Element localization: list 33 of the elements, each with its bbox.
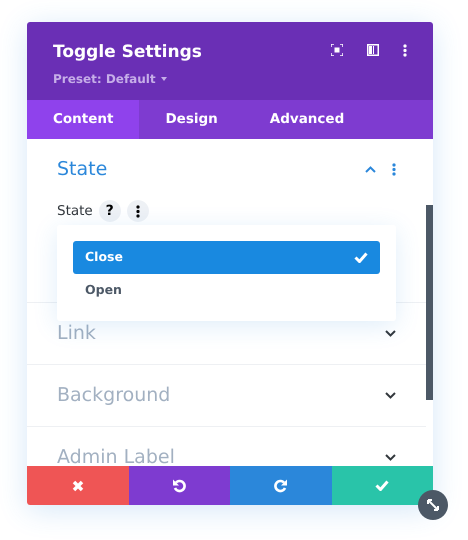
section-title[interactable]: Admin Label bbox=[57, 443, 175, 466]
chevron-down-icon[interactable] bbox=[385, 330, 396, 337]
scrollbar[interactable] bbox=[426, 205, 433, 400]
check-icon bbox=[375, 480, 390, 491]
chevron-up-icon[interactable] bbox=[365, 166, 376, 173]
focus-icon[interactable] bbox=[331, 44, 343, 56]
tab[interactable]: Advanced bbox=[244, 100, 370, 139]
sidebar-icon[interactable] bbox=[367, 44, 379, 56]
dropdown-option[interactable]: Close bbox=[73, 241, 380, 274]
more-icon[interactable] bbox=[403, 44, 407, 57]
undo-icon bbox=[172, 478, 187, 493]
section-title[interactable]: Background bbox=[57, 381, 170, 410]
section-title[interactable]: Link bbox=[57, 319, 96, 348]
undo-button[interactable] bbox=[128, 466, 230, 505]
help-button[interactable]: ? bbox=[98, 200, 121, 222]
more-icon[interactable] bbox=[136, 204, 140, 218]
caret-icon bbox=[160, 76, 167, 80]
check-icon bbox=[354, 252, 368, 263]
panel-title: Toggle Settings bbox=[53, 41, 202, 64]
tab[interactable]: Design bbox=[139, 100, 244, 139]
chevron-down-icon[interactable] bbox=[385, 454, 396, 461]
redo-icon bbox=[273, 478, 288, 493]
field-label: State bbox=[57, 202, 93, 221]
dropdown-option[interactable]: Open bbox=[73, 274, 380, 307]
close-icon bbox=[72, 480, 84, 492]
tab[interactable]: Content bbox=[27, 100, 140, 139]
chevron-down-icon[interactable] bbox=[385, 392, 396, 399]
section-title[interactable]: State bbox=[57, 155, 108, 184]
save-button[interactable] bbox=[332, 466, 433, 505]
field-options-button[interactable] bbox=[126, 200, 149, 222]
resize-handle[interactable] bbox=[418, 490, 448, 520]
options-icon[interactable] bbox=[392, 163, 396, 176]
preset-dropdown[interactable]: Preset: Default bbox=[53, 70, 202, 88]
